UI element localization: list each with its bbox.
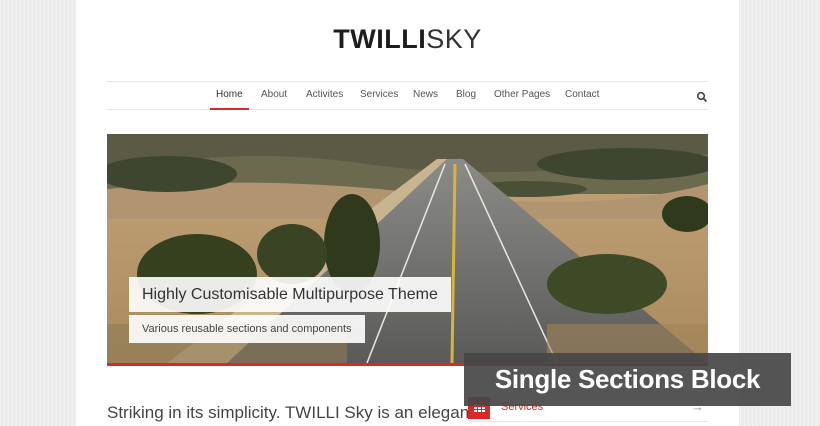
section-badge: Single Sections Block — [464, 353, 791, 406]
nav-item-services[interactable]: Services — [360, 82, 398, 110]
main-navigation: Home About Activites Services News Blog … — [107, 81, 708, 110]
nav-item-contact[interactable]: Contact — [565, 82, 599, 110]
divider — [468, 421, 708, 422]
hero-caption-title: Highly Customisable Multipurpose Theme — [129, 277, 451, 312]
logo-bold-text: TWILLI — [333, 24, 427, 54]
logo-light-text: SKY — [426, 24, 482, 54]
nav-item-blog[interactable]: Blog — [456, 82, 476, 110]
site-logo[interactable]: TWILLISKY — [76, 24, 739, 55]
nav-item-home[interactable]: Home — [210, 82, 249, 110]
nav-item-about[interactable]: About — [261, 82, 287, 110]
hero-caption-subtitle: Various reusable sections and components — [129, 315, 365, 343]
nav-item-activites[interactable]: Activites — [306, 82, 343, 110]
intro-text: Striking in its simplicity. TWILLI Sky i… — [107, 403, 474, 422]
nav-item-news[interactable]: News — [413, 82, 438, 110]
nav-item-other-pages[interactable]: Other Pages — [494, 82, 550, 110]
search-icon[interactable] — [696, 90, 708, 103]
